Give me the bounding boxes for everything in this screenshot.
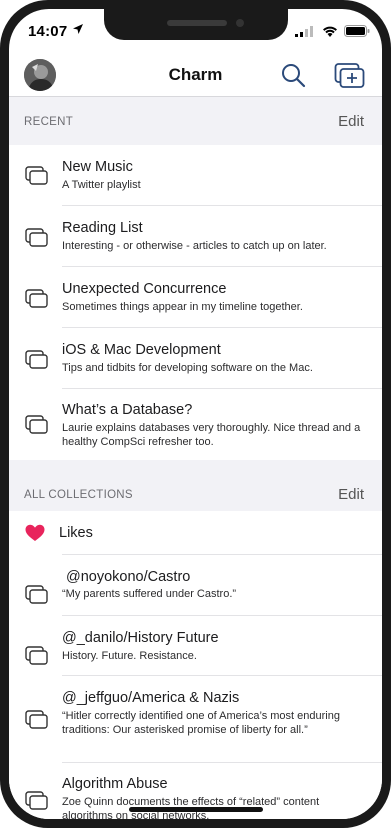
likes-row[interactable]: Likes — [9, 511, 382, 555]
collection-icon — [25, 791, 48, 810]
home-indicator[interactable] — [129, 807, 263, 812]
collection-icon — [25, 710, 48, 729]
all-collections-section-header: ALL COLLECTIONS Edit — [9, 460, 382, 511]
status-time: 14:07 — [28, 23, 68, 40]
collection-title: @_jeffguo/America & Nazis — [62, 690, 240, 706]
speaker — [167, 20, 227, 26]
collection-subtitle: Interesting - or otherwise - articles to… — [62, 240, 327, 252]
collection-title: Algorithm Abuse — [62, 776, 168, 792]
signal-icon — [295, 26, 313, 37]
page-title: Charm — [168, 65, 223, 84]
recent-section-header: RECENT Edit — [9, 97, 382, 145]
collection-icon — [25, 415, 48, 434]
collection-subtitle: A Twitter playlist — [62, 179, 141, 191]
collection-icon — [25, 350, 48, 369]
recent-section-label: RECENT — [24, 116, 74, 128]
collection-icon — [25, 228, 48, 247]
collection-subtitle: Sometimes things appear in my timeline t… — [62, 301, 303, 313]
collection-subtitle: “Hitler correctly identified one of Amer… — [62, 710, 340, 736]
list-item[interactable]: @_jeffguo/America & Nazis “Hitler correc… — [9, 676, 382, 763]
collection-title: @noyokono/Castro — [66, 569, 191, 585]
list-item[interactable]: New Music A Twitter playlist — [9, 146, 382, 206]
all-collections-section-label: ALL COLLECTIONS — [24, 489, 133, 501]
list-item[interactable]: What’s a Database? Laurie explains datab… — [9, 389, 382, 460]
collection-subtitle: Laurie explains databases very thoroughl… — [62, 422, 361, 448]
collection-title: New Music — [62, 159, 133, 175]
recent-edit-button[interactable]: Edit — [338, 113, 364, 130]
search-icon[interactable] — [279, 61, 307, 89]
front-camera — [236, 19, 244, 27]
battery-icon — [344, 25, 370, 37]
collection-subtitle: Tips and tidbits for developing software… — [62, 362, 313, 374]
collection-subtitle: History. Future. Resistance. — [62, 650, 197, 662]
wifi-icon — [323, 26, 337, 37]
screen: 14:07 Charm RECENT Edit New Music A Twit… — [9, 9, 382, 819]
list-item[interactable]: iOS & Mac Development Tips and tidbits f… — [9, 328, 382, 389]
all-collections-edit-button[interactable]: Edit — [338, 486, 364, 503]
collection-title: @_danilo/History Future — [62, 630, 219, 646]
navigation-bar: Charm — [9, 53, 382, 97]
collection-icon — [25, 289, 48, 308]
collection-title: iOS & Mac Development — [62, 342, 221, 358]
location-arrow-icon — [73, 24, 83, 34]
list-item[interactable]: Reading List Interesting - or otherwise … — [9, 206, 382, 267]
collection-title: Unexpected Concurrence — [62, 281, 227, 297]
collection-title: What’s a Database? — [62, 402, 193, 418]
collection-subtitle: “My parents suffered under Castro.” — [62, 588, 237, 600]
notch — [104, 9, 288, 40]
heart-icon — [25, 524, 45, 541]
likes-label: Likes — [59, 525, 93, 541]
collection-icon — [25, 646, 48, 665]
list-item[interactable]: @noyokono/Castro “My parents suffered un… — [9, 555, 382, 616]
collection-icon — [25, 585, 48, 604]
add-collection-icon[interactable] — [334, 59, 366, 89]
device-frame: 14:07 Charm RECENT Edit New Music A Twit… — [0, 0, 391, 828]
list-item[interactable]: @_danilo/History Future History. Future.… — [9, 616, 382, 676]
collection-icon — [25, 166, 48, 185]
list-item[interactable]: Unexpected Concurrence Sometimes things … — [9, 267, 382, 328]
collection-title: Reading List — [62, 220, 143, 236]
